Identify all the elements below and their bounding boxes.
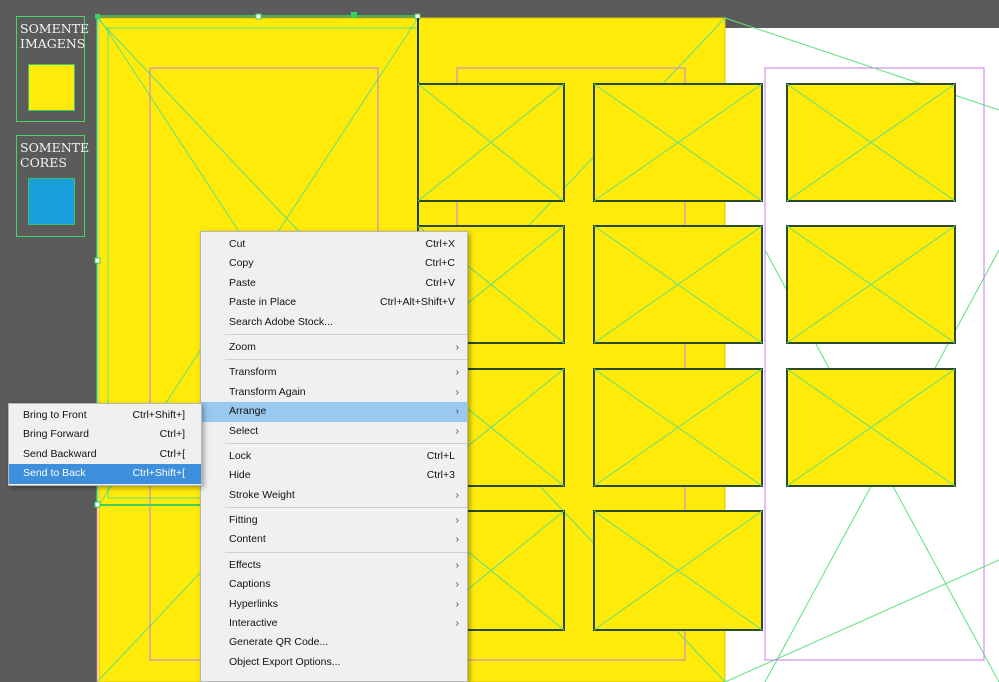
chevron-right-icon: › — [455, 406, 459, 418]
menu-item-object-export-options[interactable]: Object Export Options... — [201, 653, 467, 672]
menu-item-zoom[interactable]: Zoom › — [201, 338, 467, 357]
menu-separator — [225, 359, 467, 361]
colors-swatch-group[interactable]: SOMENTE CORES — [16, 135, 89, 237]
chevron-right-icon: › — [455, 367, 459, 379]
menu-item-stroke-weight[interactable]: Stroke Weight › — [201, 486, 467, 505]
menu-item-cut[interactable]: Cut Ctrl+X — [201, 235, 467, 254]
chevron-right-icon: › — [455, 559, 459, 571]
menu-separator — [225, 333, 467, 335]
images-swatch-label: SOMENTE IMAGENS — [20, 21, 89, 51]
menu-separator — [225, 507, 467, 509]
frame-r3c3 — [786, 368, 956, 487]
menu-item-lock[interactable]: Lock Ctrl+L — [201, 447, 467, 466]
yellow-swatch[interactable] — [28, 64, 75, 111]
menu-separator — [225, 551, 467, 553]
menu-item-content[interactable]: Content › — [201, 530, 467, 549]
chevron-right-icon: › — [455, 341, 459, 353]
chevron-right-icon: › — [455, 515, 459, 527]
menu-item-generate-qr-code[interactable]: Generate QR Code... — [201, 633, 467, 652]
arrange-submenu: Bring to Front Ctrl+Shift+] Bring Forward… — [8, 403, 202, 486]
menu-item-arrange[interactable]: Arrange › — [201, 402, 467, 422]
menu-item-paste-in-place[interactable]: Paste in Place Ctrl+Alt+Shift+V — [201, 293, 467, 312]
images-label-line2: IMAGENS — [20, 36, 86, 51]
colors-swatch-label: SOMENTE CORES — [20, 140, 89, 170]
frame-r1c1 — [417, 83, 565, 202]
submenu-item-send-backward[interactable]: Send Backward Ctrl+[ — [9, 445, 201, 464]
context-menu: Cut Ctrl+X Copy Ctrl+C Paste Ctrl+V Paste i… — [200, 231, 468, 682]
document-canvas[interactable] — [0, 0, 999, 682]
submenu-item-bring-forward[interactable]: Bring Forward Ctrl+] — [9, 425, 201, 444]
menu-item-paste[interactable]: Paste Ctrl+V — [201, 274, 467, 293]
menu-item-fitting[interactable]: Fitting › — [201, 511, 467, 530]
menu-item-hide[interactable]: Hide Ctrl+3 — [201, 466, 467, 485]
menu-item-search-adobe-stock[interactable]: Search Adobe Stock... — [201, 313, 467, 332]
colors-label-line2: CORES — [20, 155, 67, 170]
chevron-right-icon: › — [455, 598, 459, 610]
chevron-right-icon: › — [455, 489, 459, 501]
images-label-line1: SOMENTE — [20, 21, 90, 36]
menu-separator — [225, 442, 467, 444]
chevron-right-icon: › — [455, 425, 459, 437]
submenu-item-send-to-back[interactable]: Send to Back Ctrl+Shift+[ — [9, 464, 201, 484]
menu-item-effects[interactable]: Effects › — [201, 556, 467, 575]
frame-r4c2 — [593, 510, 763, 631]
submenu-item-bring-to-front[interactable]: Bring to Front Ctrl+Shift+] — [9, 406, 201, 425]
menu-item-hyperlinks[interactable]: Hyperlinks › — [201, 595, 467, 614]
frame-r1c2 — [593, 83, 763, 202]
frame-r3c2 — [593, 368, 763, 487]
menu-item-transform-again[interactable]: Transform Again › — [201, 383, 467, 402]
chevron-right-icon: › — [455, 386, 459, 398]
menu-group-1: Cut Ctrl+X Copy Ctrl+C Paste Ctrl+V Paste i… — [201, 235, 467, 332]
menu-item-captions[interactable]: Captions › — [201, 575, 467, 594]
frame-r2c3 — [786, 225, 956, 344]
chevron-right-icon: › — [455, 534, 459, 546]
menu-item-interactive[interactable]: Interactive › — [201, 614, 467, 633]
colors-label-line1: SOMENTE — [20, 140, 90, 155]
page-top-edge — [725, 18, 999, 28]
frame-r2c2 — [593, 225, 763, 344]
images-swatch-group[interactable]: SOMENTE IMAGENS — [16, 16, 89, 122]
chevron-right-icon: › — [455, 579, 459, 591]
menu-item-select[interactable]: Select › — [201, 422, 467, 441]
frame-r1c3 — [786, 83, 956, 202]
menu-item-transform[interactable]: Transform › — [201, 363, 467, 382]
cyan-swatch[interactable] — [28, 178, 75, 225]
chevron-right-icon: › — [455, 618, 459, 630]
menu-item-copy[interactable]: Copy Ctrl+C — [201, 254, 467, 273]
